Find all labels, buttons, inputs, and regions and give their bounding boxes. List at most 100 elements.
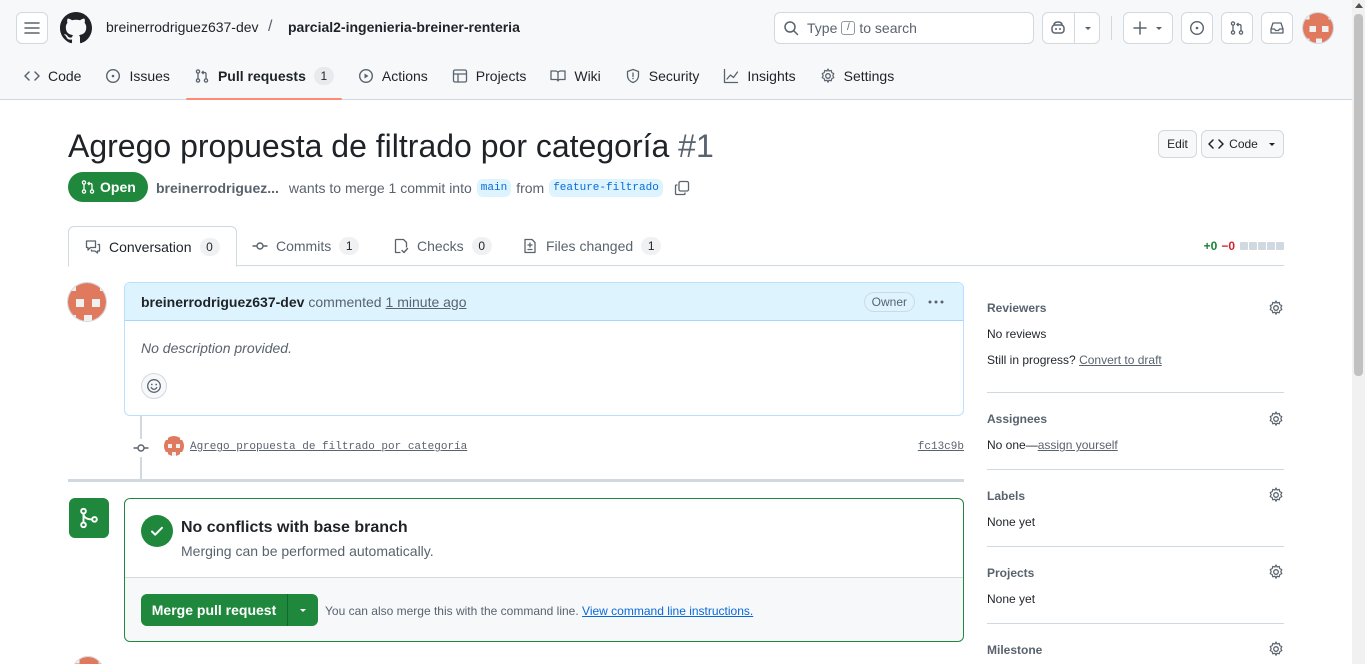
head-branch[interactable]: feature-filtrado: [549, 179, 663, 197]
nav-actions-label: Actions: [381, 68, 428, 84]
gear-icon[interactable]: [1268, 300, 1284, 316]
owner-badge: Owner: [863, 292, 915, 312]
nav-issues[interactable]: Issues: [97, 56, 177, 96]
nav-pull-requests[interactable]: Pull requests 1: [185, 56, 342, 100]
base-branch[interactable]: main: [476, 179, 512, 197]
nav-actions[interactable]: Actions: [350, 56, 436, 96]
tab-files-changed-label: Files changed: [546, 238, 634, 254]
copy-icon[interactable]: [674, 180, 690, 196]
merge-pull-request-button[interactable]: Merge pull request: [141, 594, 318, 626]
commit-message-link[interactable]: Agrego propuesta de filtrado por categor…: [190, 441, 467, 453]
user-avatar[interactable]: [1302, 12, 1334, 44]
assign-yourself-link[interactable]: assign yourself: [1038, 438, 1118, 452]
issues-button[interactable]: [1181, 12, 1213, 44]
tab-commits[interactable]: Commits 1: [236, 226, 375, 266]
breadcrumb-repo[interactable]: parcial2-ingenieria-breiner-renteria: [288, 19, 520, 35]
search-suffix: to search: [859, 20, 917, 36]
add-reaction-button[interactable]: [141, 373, 167, 399]
pr-merge-text: wants to merge 1 commit into: [288, 180, 472, 196]
scrollbar-thumb[interactable]: [1354, 14, 1363, 376]
nav-code[interactable]: Code: [16, 56, 89, 96]
pr-tabs: Conversation 0 Commits 1 Checks 0 Files …: [68, 226, 1284, 267]
smiley-icon: [147, 379, 161, 393]
comment-verb: commented: [308, 293, 382, 310]
chevron-down-icon: [300, 609, 306, 612]
checklist-icon: [394, 238, 409, 254]
tab-checks-label: Checks: [417, 238, 464, 254]
assignees-title[interactable]: Assignees: [987, 412, 1047, 426]
nav-projects[interactable]: Projects: [444, 56, 535, 96]
gear-icon[interactable]: [1268, 487, 1284, 503]
nav-wiki[interactable]: Wiki: [542, 56, 608, 96]
projects-title[interactable]: Projects: [987, 566, 1034, 580]
assignees-none: No one—: [987, 438, 1038, 452]
comment-timestamp[interactable]: 1 minute ago: [386, 294, 467, 310]
gear-icon[interactable]: [1268, 411, 1284, 427]
code-icon: [24, 71, 40, 81]
breadcrumb-owner[interactable]: breinerrodriguez637-dev: [106, 19, 259, 35]
github-logo-icon[interactable]: [60, 12, 92, 44]
scroll-up-arrow-icon[interactable]: [1355, 3, 1363, 8]
sidebar-reviewers: Reviewers No reviews Still in progress? …: [987, 282, 1284, 393]
merge-box: No conflicts with base branch Merging ca…: [124, 498, 964, 642]
comment-author[interactable]: breinerrodriguez637-dev: [141, 294, 304, 310]
labels-title[interactable]: Labels: [987, 489, 1025, 503]
nav-insights[interactable]: Insights: [715, 56, 803, 96]
convert-to-draft-link[interactable]: Convert to draft: [1079, 353, 1162, 367]
tab-files-changed[interactable]: Files changed 1: [506, 226, 677, 266]
pr-state-label: Open: [100, 179, 136, 195]
reviewers-title[interactable]: Reviewers: [987, 301, 1046, 315]
pr-number: #1: [678, 128, 714, 164]
tab-checks[interactable]: Checks 0: [377, 226, 508, 266]
nav-insights-label: Insights: [747, 68, 796, 84]
command-line-instructions-link[interactable]: View command line instructions.: [582, 604, 753, 618]
nav-settings[interactable]: Settings: [812, 56, 903, 96]
tab-commits-count: 1: [339, 237, 360, 255]
commit-author-avatar[interactable]: [164, 436, 184, 456]
merge-hint: You can also merge this with the command…: [325, 604, 753, 618]
copilot-button[interactable]: [1042, 12, 1100, 44]
chevron-down-icon: [1268, 143, 1275, 146]
draft-prompt-text: Still in progress?: [987, 353, 1076, 367]
kebab-horizontal-icon[interactable]: [927, 294, 945, 310]
graph-icon: [724, 68, 739, 84]
menu-button[interactable]: [16, 12, 48, 44]
edit-button[interactable]: Edit: [1158, 130, 1197, 158]
gear-icon[interactable]: [1268, 641, 1284, 657]
nav-projects-label: Projects: [475, 68, 527, 84]
merge-status-title: No conflicts with base branch: [181, 519, 408, 536]
pr-title-text: Agrego propuesta de filtrado por categor…: [68, 128, 670, 164]
comment-author-avatar[interactable]: [67, 282, 107, 322]
nav-code-label: Code: [48, 68, 82, 84]
pull-requests-button[interactable]: [1221, 12, 1253, 44]
issue-opened-icon: [1189, 20, 1205, 36]
diffstat: +0 −0: [1204, 239, 1284, 253]
tab-commits-label: Commits: [276, 238, 332, 254]
nav-security[interactable]: Security: [617, 56, 708, 96]
sidebar-projects: Projects None yet: [987, 547, 1284, 624]
merge-method-dropdown[interactable]: [288, 605, 318, 615]
gear-icon[interactable]: [1268, 564, 1284, 580]
git-pull-request-icon: [1230, 21, 1244, 35]
nav-wiki-label: Wiki: [574, 68, 601, 84]
inbox-icon: [1270, 22, 1284, 34]
copilot-icon: [1050, 21, 1065, 34]
search-prefix: Type: [807, 20, 838, 36]
search-input[interactable]: Type / to search: [774, 12, 1034, 44]
code-button[interactable]: Code: [1201, 130, 1284, 158]
comment-composer-avatar[interactable]: [72, 656, 104, 664]
pr-author-link[interactable]: breinerrodriguez...: [156, 180, 279, 196]
table-icon: [452, 69, 467, 83]
milestone-title[interactable]: Milestone: [987, 643, 1042, 657]
create-new-button[interactable]: [1123, 12, 1173, 44]
pr-state-badge: Open: [68, 172, 148, 202]
comment-discussion-icon: [85, 239, 101, 254]
inbox-button[interactable]: [1261, 12, 1293, 44]
labels-value: None yet: [987, 515, 1036, 529]
pr-title: Agrego propuesta de filtrado por categor…: [68, 128, 714, 165]
tab-conversation-label: Conversation: [109, 238, 192, 255]
merge-button-label: Merge pull request: [151, 602, 277, 618]
merge-hint-text: You can also merge this with the command…: [325, 604, 579, 618]
tab-conversation[interactable]: Conversation 0: [68, 226, 237, 267]
commit-sha-link[interactable]: fc13c9b: [918, 441, 964, 453]
